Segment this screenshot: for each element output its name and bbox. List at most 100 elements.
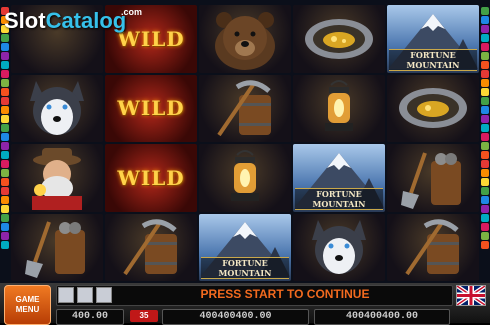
line-indicator xyxy=(481,115,489,123)
line-indicator xyxy=(1,52,9,60)
line-indicator xyxy=(1,106,9,114)
line-indicator xyxy=(481,160,489,168)
line-indicator xyxy=(481,34,489,42)
pickaxe-barrel-icon xyxy=(123,219,177,276)
status-square xyxy=(58,287,74,303)
line-indicator xyxy=(1,115,9,123)
symbol-prospector xyxy=(11,144,103,212)
line-indicator xyxy=(1,61,9,69)
symbol-husky xyxy=(293,213,385,281)
symbol-mountain: FORTUNE MOUNTAIN xyxy=(387,5,479,73)
prospector-icon xyxy=(32,147,82,210)
logo-dotcom: .com xyxy=(121,7,143,17)
line-indicator xyxy=(481,223,489,231)
line-indicator xyxy=(481,7,489,15)
line-indicator xyxy=(1,223,9,231)
line-indicator xyxy=(481,43,489,51)
line-indicator xyxy=(1,70,9,78)
line-indicator xyxy=(1,97,9,105)
symbol-gold-pan xyxy=(387,74,479,142)
line-indicator xyxy=(481,124,489,132)
lantern-icon xyxy=(231,149,259,201)
line-indicator xyxy=(1,142,9,150)
status-squares xyxy=(58,287,115,308)
husky-icon xyxy=(312,220,366,275)
pickaxe-barrel-icon xyxy=(217,80,271,137)
logo-slot-text: Slot xyxy=(4,8,46,33)
gold-pan-icon xyxy=(305,18,373,59)
mountain-label: FORTUNE MOUNTAIN xyxy=(201,257,289,279)
right-line-indicators xyxy=(480,6,490,281)
line-indicator xyxy=(481,232,489,240)
line-indicator xyxy=(481,241,489,249)
symbol-wild: WILD xyxy=(105,74,197,142)
line-indicator xyxy=(481,70,489,78)
line-indicator xyxy=(1,124,9,132)
line-indicator xyxy=(481,88,489,96)
symbol-husky xyxy=(11,74,103,142)
menu-label-2: MENU xyxy=(15,305,40,314)
line-indicator xyxy=(481,79,489,87)
line-indicator xyxy=(1,160,9,168)
mountain-label: FORTUNE MOUNTAIN xyxy=(389,48,477,71)
line-indicator xyxy=(1,205,9,213)
symbol-mountain: FORTUNE MOUNTAIN xyxy=(293,144,385,212)
line-indicator xyxy=(481,178,489,186)
lantern-icon xyxy=(325,80,353,132)
line-indicator xyxy=(481,16,489,24)
line-indicator xyxy=(1,196,9,204)
gold-pan-icon xyxy=(399,88,467,129)
slotcatalog-logo: SlotCatalog xyxy=(4,8,126,34)
shovel-barrel-icon xyxy=(25,221,85,279)
line-indicator xyxy=(1,79,9,87)
menu-label-1: GAME xyxy=(15,295,40,304)
mountain-label: FORTUNE MOUNTAIN xyxy=(295,187,383,210)
line-indicator xyxy=(1,241,9,249)
symbol-pickaxe-barrel xyxy=(387,213,479,281)
line-indicator xyxy=(1,178,9,186)
shovel-barrel-icon xyxy=(401,152,461,209)
line-indicator xyxy=(481,187,489,195)
symbol-pickaxe-barrel xyxy=(199,74,291,142)
line-indicator xyxy=(1,34,9,42)
line-indicator xyxy=(1,214,9,222)
line-indicator xyxy=(481,106,489,114)
reel-grid: WILD FORTUNE MOUNTAIN WILD WILD FORTUNE … xyxy=(11,5,479,281)
line-indicator xyxy=(481,169,489,177)
symbol-shovel-barrel xyxy=(387,144,479,212)
line-indicator xyxy=(1,169,9,177)
symbol-lantern xyxy=(199,144,291,212)
game-menu-button[interactable]: GAME MENU xyxy=(4,285,51,325)
line-indicator xyxy=(1,232,9,240)
symbol-wild: WILD xyxy=(105,144,197,212)
line-indicator xyxy=(481,151,489,159)
line-indicator xyxy=(1,43,9,51)
pickaxe-barrel-icon xyxy=(405,219,459,276)
symbol-lantern xyxy=(293,74,385,142)
line-indicator xyxy=(481,97,489,105)
status-square xyxy=(77,287,93,303)
line-indicator xyxy=(1,187,9,195)
wild-label: WILD xyxy=(117,96,185,121)
line-indicator xyxy=(481,133,489,141)
line-indicator xyxy=(1,151,9,159)
bear-icon xyxy=(215,11,275,70)
language-flag-icon[interactable] xyxy=(456,285,486,306)
status-message: PRESS START TO CONTINUE xyxy=(200,287,370,301)
left-line-indicators xyxy=(0,6,10,281)
line-indicator xyxy=(481,52,489,60)
status-square xyxy=(96,287,112,303)
line-indicator xyxy=(481,205,489,213)
line-indicator xyxy=(481,196,489,204)
symbol-shovel-barrel xyxy=(11,213,103,281)
line-indicator xyxy=(481,61,489,69)
logo-catalog-text: Catalog xyxy=(45,8,127,33)
line-indicator xyxy=(1,88,9,96)
symbol-gold-pan xyxy=(293,5,385,73)
wild-label: WILD xyxy=(117,165,185,190)
line-indicator xyxy=(1,133,9,141)
symbol-mountain: FORTUNE MOUNTAIN xyxy=(199,213,291,281)
wild-label: WILD xyxy=(117,26,185,51)
husky-icon xyxy=(30,81,84,136)
game-frame: WILD FORTUNE MOUNTAIN WILD WILD FORTUNE … xyxy=(0,0,490,283)
